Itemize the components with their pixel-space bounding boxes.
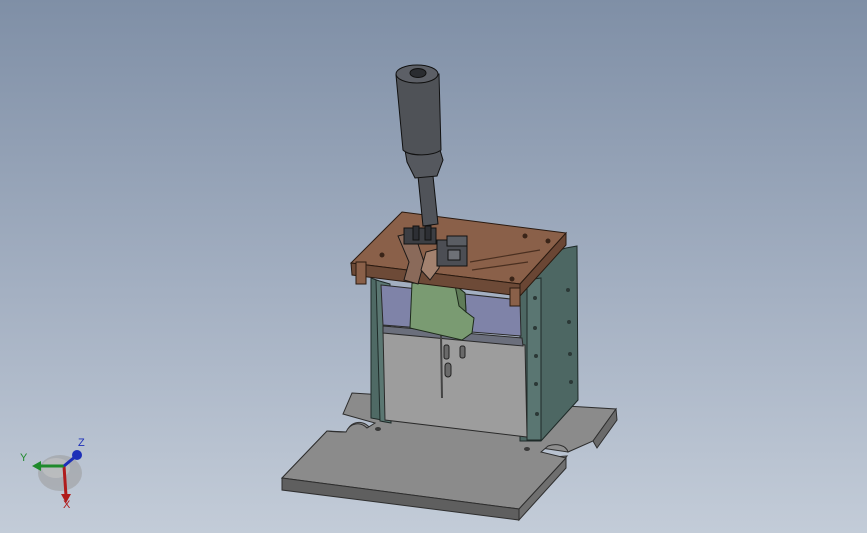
graphics-viewport[interactable]: X Y Z	[0, 0, 867, 533]
top-plate-hole	[379, 252, 385, 258]
bolt-hole	[566, 288, 570, 292]
guide-rod	[440, 334, 443, 399]
corner-block	[509, 287, 521, 307]
triad-y-label: Y	[20, 452, 28, 464]
y-axis-arrow	[32, 461, 41, 471]
corner-block	[355, 261, 367, 285]
bolt-hole	[568, 352, 572, 356]
slot	[459, 345, 466, 359]
bolt-hole	[533, 296, 537, 300]
bolt-hole	[534, 382, 538, 386]
triad-z-label: Z	[78, 437, 85, 449]
bolt-hole	[534, 354, 538, 358]
bolt-hole	[535, 412, 539, 416]
clamp-pin	[424, 225, 432, 241]
handle-grip	[395, 73, 442, 156]
z-axis-head	[72, 450, 82, 460]
frame-right-plate-edge	[526, 277, 542, 441]
triad-x-label: X	[63, 499, 71, 511]
bolt-hole	[567, 320, 571, 324]
bolt-hole	[569, 380, 573, 384]
model-view[interactable]	[0, 0, 867, 533]
top-plate-hole	[522, 233, 528, 239]
clamp-face	[447, 249, 461, 261]
base-hole	[375, 427, 381, 431]
clamp-pin	[412, 225, 420, 241]
bolt-hole	[533, 326, 537, 330]
top-plate-hole	[545, 238, 551, 244]
clamp-block-top	[446, 235, 468, 247]
orientation-triad[interactable]	[32, 450, 82, 503]
base-hole	[524, 447, 530, 451]
slot	[443, 344, 450, 360]
handle-top-hole	[409, 68, 427, 78]
press-handle[interactable]	[395, 64, 444, 227]
x-axis-line	[62, 465, 68, 497]
slot	[444, 362, 452, 378]
top-plate-hole	[509, 276, 515, 282]
frame-lower-panel	[382, 329, 528, 438]
